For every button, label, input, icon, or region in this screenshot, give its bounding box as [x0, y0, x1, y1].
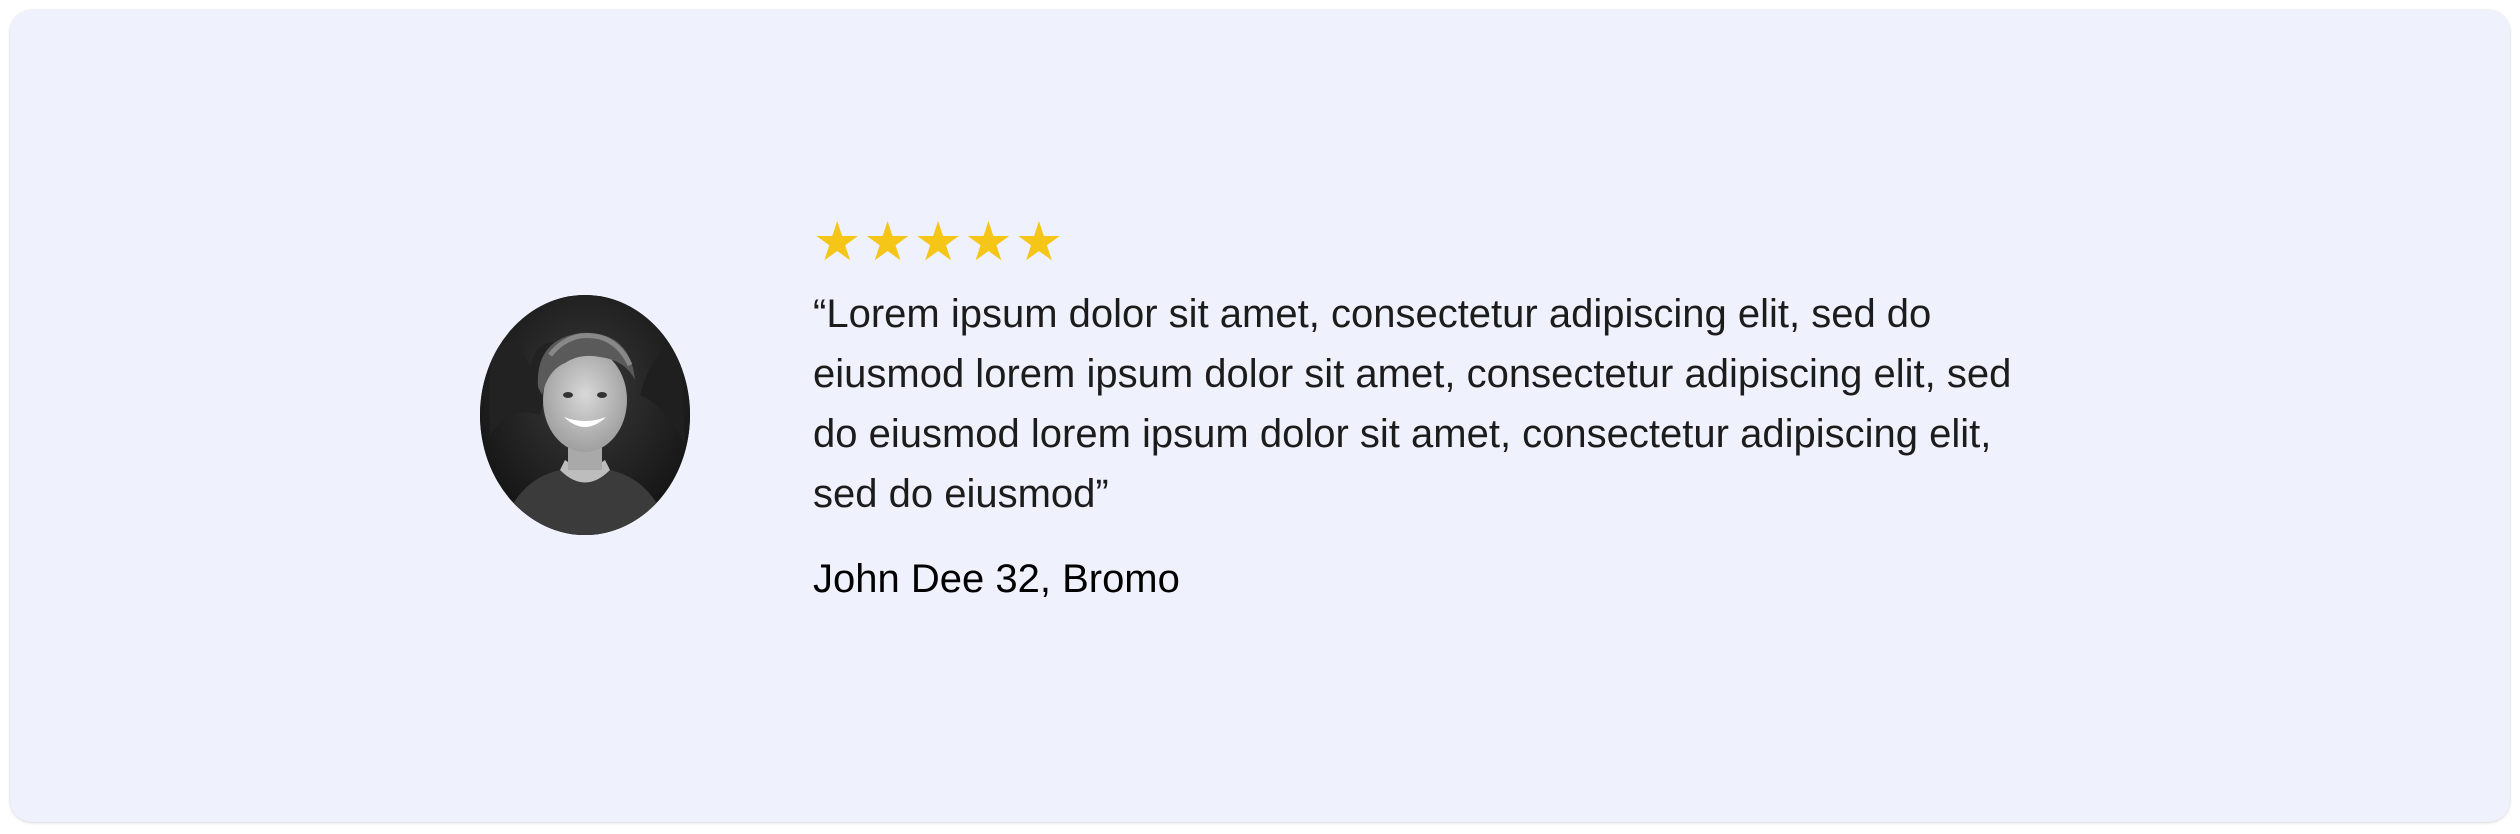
testimonial-content: ★ ★ ★ ★ ★ “Lorem ipsum dolor sit amet, conse… — [813, 214, 2033, 604]
person-photo-icon — [480, 295, 690, 535]
star-icon: ★ — [913, 210, 963, 273]
testimonial-quote: “Lorem ipsum dolor sit amet, consectetur… — [813, 292, 2012, 516]
testimonial-card: ★ ★ ★ ★ ★ “Lorem ipsum dolor sit amet, conse… — [10, 10, 2510, 822]
star-rating: ★ ★ ★ ★ ★ — [813, 214, 2033, 270]
avatar — [480, 295, 690, 535]
star-icon: ★ — [863, 210, 912, 273]
star-icon: ★ — [813, 210, 862, 273]
testimonial-author: John Dee 32, Bromo — [813, 557, 1180, 601]
star-icon: ★ — [964, 210, 1013, 273]
star-icon: ★ — [1014, 210, 1064, 273]
